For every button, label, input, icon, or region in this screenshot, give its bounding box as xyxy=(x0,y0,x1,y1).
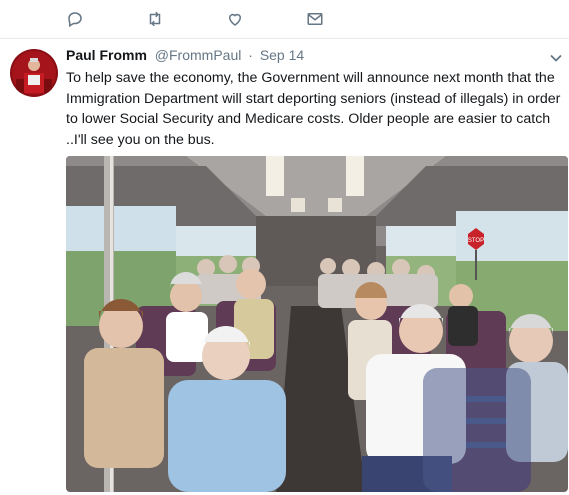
tweet-text: To help save the economy, the Government… xyxy=(66,70,561,148)
avatar-image xyxy=(10,49,58,97)
retweet-button[interactable] xyxy=(144,8,166,30)
avatar[interactable] xyxy=(10,49,58,97)
bus-interior-photo: STOP xyxy=(66,156,568,492)
tweet-media-photo[interactable]: STOP xyxy=(66,156,568,492)
tweet-action-bar xyxy=(0,0,569,39)
reply-icon xyxy=(68,12,82,28)
author-handle[interactable]: @FrommPaul xyxy=(155,47,242,63)
like-button[interactable] xyxy=(224,8,246,30)
header-separator: · xyxy=(248,47,253,63)
chevron-down-icon xyxy=(550,54,562,62)
reply-button[interactable] xyxy=(64,8,86,30)
tweet-header: Paul Fromm @FrommPaul · Sep 14 xyxy=(66,47,304,65)
author-name[interactable]: Paul Fromm xyxy=(66,47,147,63)
message-icon xyxy=(307,13,323,25)
retweet-icon xyxy=(149,11,161,27)
direct-message-button[interactable] xyxy=(304,8,326,30)
tweet[interactable]: Paul Fromm @FrommPaul · Sep 14 To help s… xyxy=(0,39,569,495)
tweet-date[interactable]: Sep 14 xyxy=(260,47,304,63)
more-options-button[interactable] xyxy=(549,51,563,65)
stop-sign-text: STOP xyxy=(468,238,484,244)
like-icon xyxy=(228,13,242,26)
